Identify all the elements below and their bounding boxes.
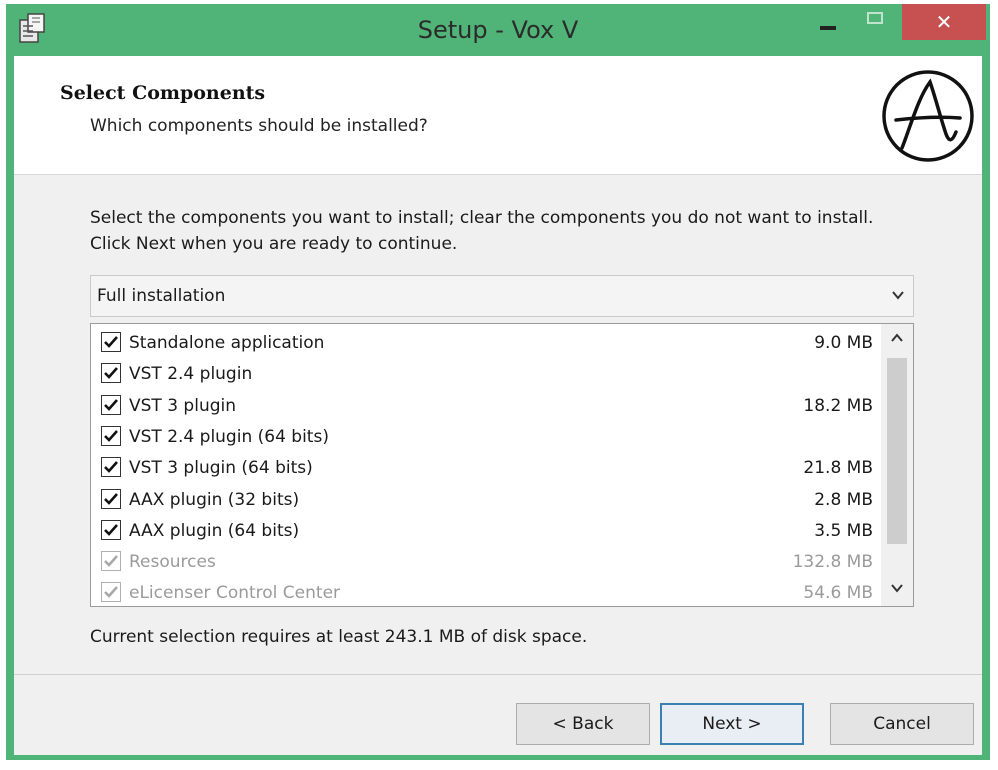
component-label: VST 3 plugin (64 bits) bbox=[129, 458, 313, 479]
wizard-content: Select the components you want to instal… bbox=[14, 175, 982, 674]
component-row[interactable]: VST 3 plugin (64 bits) 21.8 MB bbox=[91, 453, 881, 484]
page-title: Select Components bbox=[60, 82, 266, 104]
component-label: eLicenser Control Center bbox=[129, 583, 341, 604]
wizard-footer: < Back Next > Cancel bbox=[14, 674, 982, 755]
component-size: 132.8 MB bbox=[792, 552, 873, 573]
circled-a-logo-icon bbox=[880, 68, 976, 164]
component-checkbox bbox=[101, 551, 121, 572]
setup-window: Setup - Vox V ✕ Select Components Which … bbox=[6, 4, 990, 760]
maximize-icon bbox=[867, 12, 883, 24]
checkmark-icon bbox=[104, 398, 118, 411]
component-row[interactable]: VST 2.4 plugin bbox=[91, 359, 881, 390]
chevron-up-icon[interactable] bbox=[889, 330, 905, 346]
wizard-header: Select Components Which components shoul… bbox=[14, 56, 982, 175]
next-button[interactable]: Next > bbox=[660, 703, 804, 745]
minimize-button[interactable] bbox=[808, 4, 848, 40]
component-checkbox[interactable] bbox=[101, 457, 121, 478]
install-type-value: Full installation bbox=[97, 286, 226, 306]
component-label: AAX plugin (64 bits) bbox=[129, 520, 300, 541]
component-row[interactable]: AAX plugin (64 bits) 3.5 MB bbox=[91, 516, 881, 547]
maximize-button[interactable] bbox=[856, 4, 894, 40]
component-row[interactable]: VST 3 plugin 18.2 MB bbox=[91, 391, 881, 422]
component-row: eLicenser Control Center 54.6 MB bbox=[91, 578, 881, 606]
checkmark-icon bbox=[104, 367, 118, 380]
component-size: 21.8 MB bbox=[803, 458, 873, 479]
component-label: AAX plugin (32 bits) bbox=[129, 489, 300, 510]
back-button[interactable]: < Back bbox=[516, 703, 650, 745]
component-checkbox bbox=[101, 582, 121, 603]
checkmark-icon bbox=[104, 523, 118, 536]
page-subtitle: Which components should be installed? bbox=[90, 116, 428, 136]
checkmark-icon bbox=[104, 492, 118, 505]
chevron-down-icon[interactable] bbox=[889, 580, 905, 596]
close-button[interactable]: ✕ bbox=[902, 4, 986, 40]
checkmark-icon bbox=[104, 586, 118, 599]
checkmark-icon bbox=[104, 430, 118, 442]
install-type-dropdown[interactable]: Full installation bbox=[90, 275, 914, 317]
checkmark-icon bbox=[104, 555, 118, 567]
chevron-down-icon bbox=[892, 291, 904, 300]
component-row: Resources 132.8 MB bbox=[91, 547, 881, 578]
disk-space-text: Current selection requires at least 243.… bbox=[90, 627, 588, 647]
component-label: VST 3 plugin bbox=[129, 395, 237, 416]
component-label: VST 2.4 plugin bbox=[129, 364, 253, 385]
component-size: 9.0 MB bbox=[814, 333, 873, 353]
component-row[interactable]: AAX plugin (32 bits) 2.8 MB bbox=[91, 485, 881, 516]
component-label: VST 2.4 plugin (64 bits) bbox=[129, 426, 329, 447]
components-scrollbar[interactable] bbox=[881, 324, 913, 606]
checkmark-icon bbox=[104, 336, 118, 348]
component-size: 54.6 MB bbox=[803, 583, 873, 604]
scrollbar-thumb[interactable] bbox=[887, 358, 907, 544]
component-row[interactable]: VST 2.4 plugin (64 bits) bbox=[91, 422, 881, 453]
checkmark-icon bbox=[104, 461, 118, 474]
component-label: Standalone application bbox=[129, 333, 325, 353]
components-list[interactable]: Standalone application 9.0 MB VST 2.4 plug… bbox=[90, 323, 914, 607]
component-size: 3.5 MB bbox=[814, 520, 873, 541]
component-row[interactable]: Standalone application 9.0 MB bbox=[91, 328, 881, 359]
close-icon: ✕ bbox=[935, 10, 953, 34]
component-size: 2.8 MB bbox=[814, 489, 873, 510]
component-label: Resources bbox=[129, 552, 216, 573]
cancel-button[interactable]: Cancel bbox=[830, 703, 974, 745]
title-bar[interactable]: Setup - Vox V ✕ bbox=[6, 4, 990, 56]
component-checkbox[interactable] bbox=[101, 332, 121, 352]
component-checkbox[interactable] bbox=[101, 363, 121, 384]
component-checkbox[interactable] bbox=[101, 519, 121, 540]
component-size: 18.2 MB bbox=[803, 395, 873, 416]
instructions-text: Select the components you want to instal… bbox=[90, 208, 874, 254]
minimize-icon bbox=[820, 26, 836, 30]
component-checkbox[interactable] bbox=[101, 488, 121, 509]
component-checkbox[interactable] bbox=[101, 394, 121, 415]
component-checkbox[interactable] bbox=[101, 425, 121, 446]
